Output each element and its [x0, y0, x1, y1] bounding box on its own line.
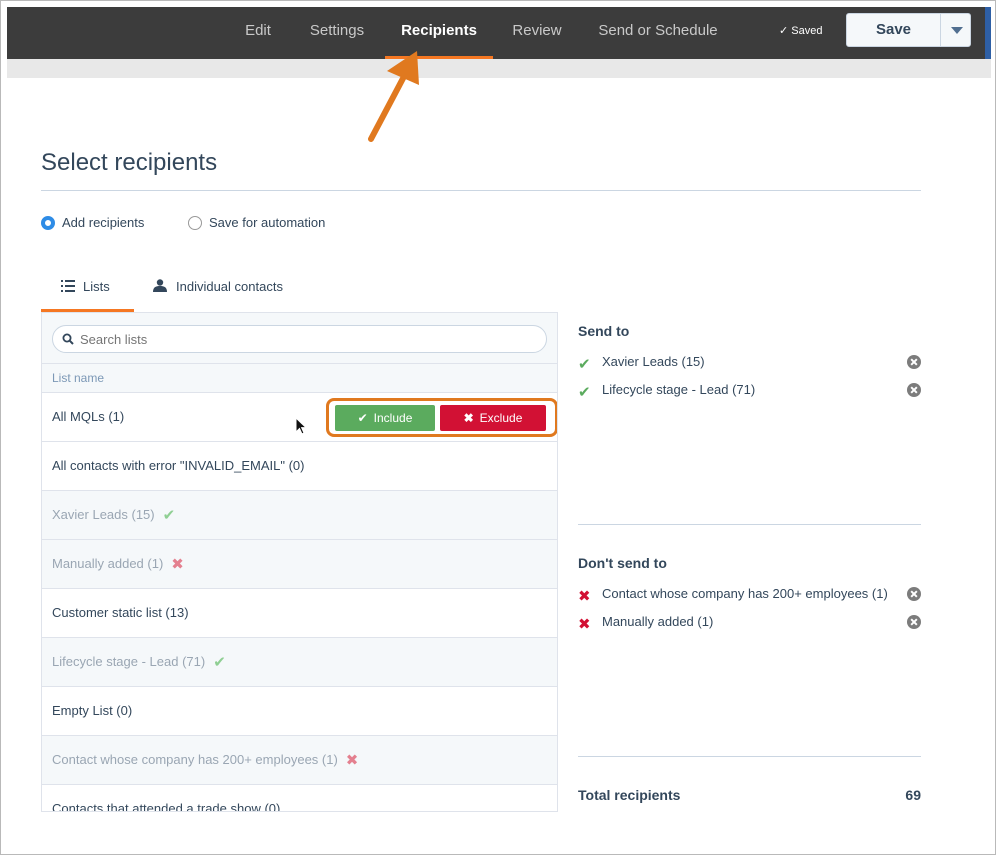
lists-panel: List name All MQLs (1) ✔ Include ✖ Exclude…: [41, 312, 558, 812]
include-exclude-highlight: ✔ Include ✖ Exclude: [326, 398, 557, 437]
edge-accent: [985, 7, 991, 59]
list-row-name: Empty List (0): [52, 703, 133, 718]
dont-send-item-label: Manually added (1): [602, 614, 714, 629]
tab-label: Individual contacts: [176, 279, 283, 294]
list-row-name: Lifecycle stage - Lead (71): [52, 654, 206, 669]
person-icon: [153, 279, 167, 292]
list-row-name: Contact whose company has 200+ employees…: [52, 752, 338, 767]
list-row[interactable]: Empty List (0): [42, 686, 557, 735]
saved-label: Saved: [791, 25, 823, 37]
remove-icon[interactable]: [907, 587, 921, 601]
tab-label: Lists: [83, 279, 110, 294]
mouse-cursor-icon: [295, 417, 307, 435]
list-row[interactable]: Manually added (1) ✖: [42, 539, 557, 588]
check-icon: ✔: [578, 384, 591, 401]
tab-individual-contacts[interactable]: Individual contacts: [153, 271, 303, 312]
tab-lists[interactable]: Lists: [41, 271, 134, 312]
close-icon: ✖: [578, 588, 591, 605]
dont-send-to-item: ✖ Contact whose company has 200+ employee…: [578, 584, 923, 605]
chevron-down-icon[interactable]: [940, 14, 970, 46]
list-row[interactable]: Contacts that attended a trade show (0): [42, 784, 557, 812]
radio-label: Add recipients: [62, 215, 145, 230]
list-row[interactable]: Lifecycle stage - Lead (71) ✔: [42, 637, 557, 686]
remove-icon[interactable]: [907, 383, 921, 397]
list-row-name: Customer static list (13): [52, 605, 189, 620]
annotation-arrow-icon: [368, 51, 419, 142]
radio-selected-icon[interactable]: [41, 216, 55, 230]
divider: [578, 756, 921, 757]
list-row-name: All contacts with error "INVALID_EMAIL" …: [52, 458, 305, 473]
list-row-name: Contacts that attended a trade show (0): [52, 801, 281, 812]
list-row[interactable]: Customer static list (13): [42, 588, 557, 637]
dont-send-to-item: ✖ Manually added (1): [578, 612, 923, 633]
exclude-label: Exclude: [479, 411, 523, 425]
check-icon: ✔: [578, 356, 591, 373]
save-button[interactable]: Save: [847, 14, 940, 46]
send-to-item-label: Lifecycle stage - Lead (71): [602, 382, 756, 397]
list-row-name: Xavier Leads (15): [52, 507, 155, 522]
include-button[interactable]: ✔ Include: [335, 405, 435, 431]
included-check-icon: ✔: [213, 653, 226, 671]
radio-label: Save for automation: [209, 215, 326, 230]
check-icon: ✔: [357, 411, 368, 425]
remove-icon[interactable]: [907, 355, 921, 369]
search-input[interactable]: [52, 325, 547, 353]
column-header-list-name[interactable]: List name: [42, 363, 557, 392]
radio-unselected-icon[interactable]: [188, 216, 202, 230]
dont-send-item-label: Contact whose company has 200+ employees…: [602, 586, 888, 601]
list-row-name: All MQLs (1): [52, 409, 125, 424]
check-icon: ✓: [779, 25, 789, 37]
search-icon: [62, 333, 74, 345]
nav-tab-review[interactable]: Review: [507, 7, 567, 59]
list-row[interactable]: Xavier Leads (15) ✔: [42, 490, 557, 539]
dont-send-to-heading: Don't send to: [578, 555, 667, 571]
list-icon: [61, 280, 75, 292]
close-icon: ✖: [578, 616, 591, 633]
nav-tab-send-or-schedule[interactable]: Send or Schedule: [593, 7, 723, 59]
list-row-name: Manually added (1): [52, 556, 164, 571]
page-title: Select recipients: [41, 149, 218, 176]
divider: [578, 524, 921, 525]
total-recipients-value: 69: [905, 787, 921, 803]
app-window: Edit Settings Recipients Review Send or …: [0, 0, 996, 855]
radio-add-recipients[interactable]: Add recipients: [41, 215, 144, 233]
save-button-group: Save: [846, 13, 971, 47]
divider: [41, 190, 921, 191]
send-to-item: ✔ Xavier Leads (15): [578, 352, 923, 373]
nav-tab-edit[interactable]: Edit: [235, 7, 281, 59]
send-to-item-label: Xavier Leads (15): [602, 354, 705, 369]
include-label: Include: [373, 411, 413, 425]
remove-icon[interactable]: [907, 615, 921, 629]
saved-indicator: ✓ Saved: [779, 7, 822, 59]
total-recipients-label: Total recipients: [578, 787, 681, 803]
list-row[interactable]: All contacts with error "INVALID_EMAIL" …: [42, 441, 557, 490]
send-to-heading: Send to: [578, 323, 630, 339]
excluded-x-icon: ✖: [345, 751, 359, 769]
list-row[interactable]: Contact whose company has 200+ employees…: [42, 735, 557, 784]
top-nav-bar: Edit Settings Recipients Review Send or …: [7, 7, 991, 59]
send-to-item: ✔ Lifecycle stage - Lead (71): [578, 380, 923, 401]
radio-save-for-automation[interactable]: Save for automation: [188, 215, 325, 233]
sub-toolbar: [7, 59, 991, 78]
close-icon: ✖: [463, 411, 474, 425]
excluded-x-icon: ✖: [171, 555, 184, 573]
exclude-button[interactable]: ✖ Exclude: [440, 405, 546, 431]
included-check-icon: ✔: [162, 506, 176, 524]
